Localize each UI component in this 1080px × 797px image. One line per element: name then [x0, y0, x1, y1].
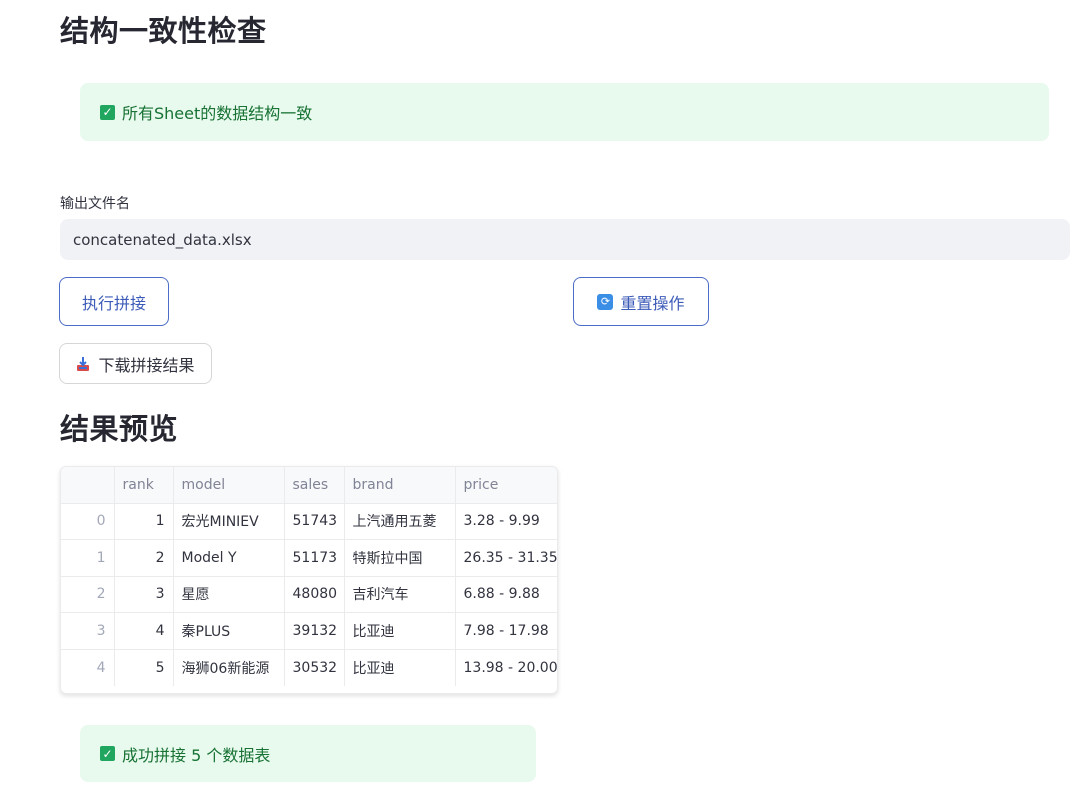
cell-price[interactable]: 26.35 - 31.35: [455, 539, 557, 577]
check-box-icon: ✓: [100, 746, 115, 761]
cell-price[interactable]: 3.28 - 9.99: [455, 503, 557, 540]
execute-concat-button[interactable]: 执行拼接: [59, 277, 169, 326]
cell-brand[interactable]: 吉利汽车: [344, 576, 456, 613]
table-row: 1 2 Model Y 51173 特斯拉中国 26.35 - 31.35: [61, 539, 557, 577]
cell-price[interactable]: 6.88 - 9.88: [455, 576, 557, 613]
cell-rank[interactable]: 4: [114, 612, 174, 650]
col-header-brand[interactable]: brand: [344, 467, 456, 504]
col-header-price[interactable]: price: [455, 467, 557, 504]
row-index: 0: [61, 503, 115, 540]
row-index: 1: [61, 539, 115, 577]
preview-title: 结果预览: [60, 412, 179, 446]
col-header-index: [61, 467, 115, 504]
cell-price[interactable]: 7.98 - 17.98: [455, 612, 557, 650]
structure-check-title: 结构一致性检查: [60, 14, 267, 48]
concat-success-text: 成功拼接 5 个数据表: [122, 745, 271, 765]
download-result-button[interactable]: 下载拼接结果: [59, 343, 212, 384]
execute-concat-label: 执行拼接: [81, 293, 146, 313]
cell-model[interactable]: 星愿: [173, 576, 285, 613]
concat-success-alert: ✓ 成功拼接 5 个数据表: [80, 725, 536, 782]
cell-sales[interactable]: 39132: [284, 612, 345, 650]
cell-sales[interactable]: 51743: [284, 503, 345, 540]
cell-brand[interactable]: 上汽通用五菱: [344, 503, 456, 540]
cell-brand[interactable]: 比亚迪: [344, 612, 456, 650]
cell-rank[interactable]: 3: [114, 576, 174, 613]
cell-rank[interactable]: 1: [114, 503, 174, 540]
preview-table[interactable]: rank model sales brand price 0 1 宏光MINIE…: [60, 466, 558, 694]
table-row: 4 5 海狮06新能源 30532 比亚迪 13.98 - 20.00: [61, 649, 557, 686]
col-header-sales[interactable]: sales: [284, 467, 345, 504]
download-result-label: 下载拼接结果: [98, 355, 195, 375]
output-filename-label: 输出文件名: [60, 196, 130, 212]
cell-brand[interactable]: 比亚迪: [344, 649, 456, 686]
refresh-icon: ⟳: [597, 293, 614, 310]
row-index: 4: [61, 649, 115, 686]
cell-sales[interactable]: 51173: [284, 539, 345, 577]
cell-model[interactable]: 海狮06新能源: [173, 649, 285, 686]
table-row: 3 4 秦PLUS 39132 比亚迪 7.98 - 17.98: [61, 612, 557, 650]
structure-success-alert: ✓ 所有Sheet的数据结构一致: [80, 83, 1049, 141]
cell-model[interactable]: Model Y: [173, 539, 285, 577]
app-page: 结构一致性检查 ✓ 所有Sheet的数据结构一致 输出文件名 执行拼接 ⟳ 重置…: [0, 0, 1080, 797]
col-header-model[interactable]: model: [173, 467, 285, 504]
cell-sales[interactable]: 30532: [284, 649, 345, 686]
cell-model[interactable]: 秦PLUS: [173, 612, 285, 650]
cell-brand[interactable]: 特斯拉中国: [344, 539, 456, 577]
col-header-rank[interactable]: rank: [114, 467, 174, 504]
structure-success-text: 所有Sheet的数据结构一致: [122, 104, 313, 123]
inbox-tray-icon: [76, 356, 90, 372]
table-row: 2 3 星愿 48080 吉利汽车 6.88 - 9.88: [61, 576, 557, 613]
row-index: 3: [61, 612, 115, 650]
cell-model[interactable]: 宏光MINIEV: [173, 503, 285, 540]
cell-rank[interactable]: 2: [114, 539, 174, 577]
table-row: 0 1 宏光MINIEV 51743 上汽通用五菱 3.28 - 9.99: [61, 503, 557, 540]
reset-button[interactable]: ⟳ 重置操作: [573, 277, 709, 326]
cell-sales[interactable]: 48080: [284, 576, 345, 613]
cell-rank[interactable]: 5: [114, 649, 174, 686]
reset-label: 重置操作: [620, 293, 685, 313]
check-box-icon: ✓: [100, 104, 115, 120]
table-header-row: rank model sales brand price: [61, 467, 557, 504]
cell-price[interactable]: 13.98 - 20.00: [455, 649, 558, 686]
row-index: 2: [61, 576, 115, 613]
output-filename-input[interactable]: [60, 219, 1070, 260]
